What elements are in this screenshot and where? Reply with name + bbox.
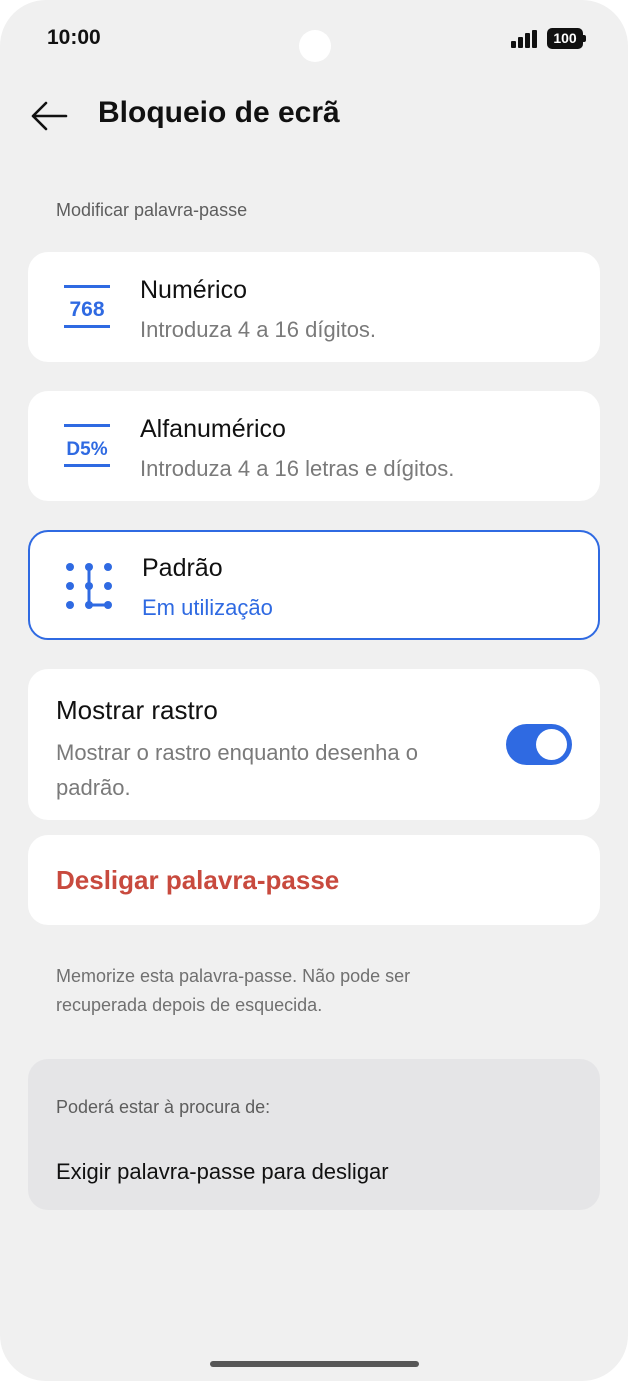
back-arrow-icon[interactable] (28, 96, 70, 136)
option-title: Padrão (142, 554, 223, 582)
signal-icon (511, 30, 539, 48)
page-title: Bloqueio de ecrã (98, 96, 340, 129)
show-trail-setting[interactable]: Mostrar rastro Mostrar o rastro enquanto… (28, 669, 600, 820)
option-subtitle: Introduza 4 a 16 letras e dígitos. (140, 456, 455, 481)
phone-screen: 10:00 100 Bloqueio de ecrã Modificar pal… (0, 0, 628, 1381)
alphanumeric-icon-text: D5% (66, 439, 107, 460)
show-trail-title: Mostrar rastro (56, 695, 218, 725)
pattern-icon (62, 560, 112, 610)
status-time: 10:00 (47, 26, 101, 49)
option-title: Alfanumérico (140, 415, 286, 443)
alphanumeric-icon: D5% (62, 421, 112, 471)
option-pattern[interactable]: Padrão Em utilização (28, 530, 600, 640)
camera-cutout (299, 30, 331, 62)
option-title: Numérico (140, 276, 247, 304)
show-trail-toggle[interactable] (506, 724, 572, 765)
battery-icon: 100 (547, 28, 586, 49)
option-subtitle: Introduza 4 a 16 dígitos. (140, 317, 377, 342)
option-status: Em utilização (142, 595, 273, 620)
option-alphanumeric[interactable]: D5% Alfanumérico Introduza 4 a 16 letras… (28, 391, 600, 501)
disable-password-button[interactable]: Desligar palavra-passe (28, 835, 600, 925)
disable-password-label: Desligar palavra-passe (56, 865, 340, 895)
section-label: Modificar palavra-passe (56, 200, 248, 220)
numeric-icon: 768 (62, 282, 112, 332)
suggestions-panel: Poderá estar à procura de: Exigir palavr… (28, 1059, 600, 1210)
show-trail-description: Mostrar o rastro enquanto desenha o padr… (56, 740, 419, 800)
password-note: Memorize esta palavra-passe. Não pode se… (56, 966, 411, 1015)
suggestions-label: Poderá estar à procura de: (56, 1097, 271, 1117)
numeric-icon-text: 768 (69, 298, 104, 321)
home-indicator[interactable] (210, 1361, 419, 1367)
suggestion-item[interactable]: Exigir palavra-passe para desligar (56, 1159, 389, 1185)
option-numeric[interactable]: 768 Numérico Introduza 4 a 16 dígitos. (28, 252, 600, 362)
